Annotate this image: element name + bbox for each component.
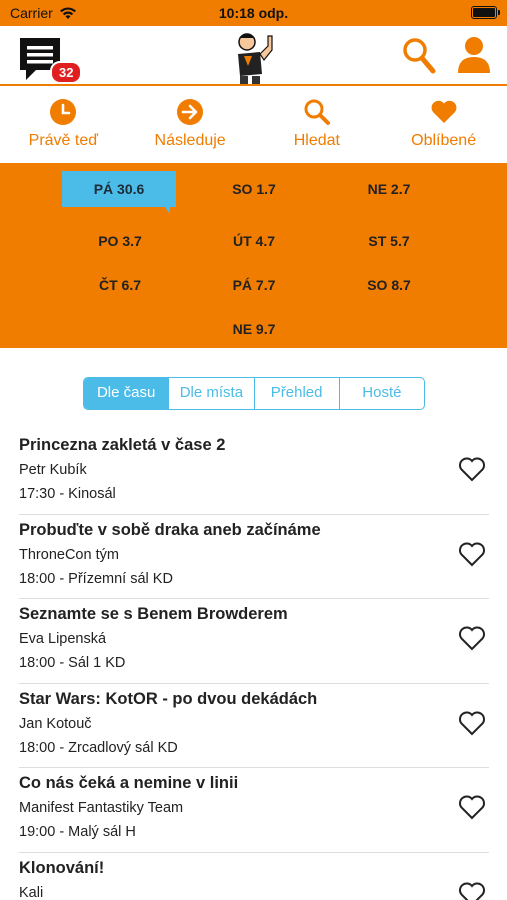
- heart-outline-icon[interactable]: [458, 541, 486, 567]
- main-nav: Právě teď Následuje Hledat Oblíbené: [0, 88, 507, 163]
- segment-by-time[interactable]: Dle času: [84, 378, 169, 409]
- event-title: Klonování!: [19, 858, 105, 877]
- event-title: Co nás čeká a nemine v linii: [19, 774, 239, 792]
- messages-button[interactable]: 32: [18, 36, 83, 84]
- day-button[interactable]: ČT 6.7: [65, 270, 175, 300]
- heart-icon: [431, 100, 457, 123]
- heart-outline-icon[interactable]: [458, 625, 486, 651]
- day-button-selected[interactable]: PÁ 30.6: [62, 171, 176, 214]
- event-author: Jan Kotouč: [19, 715, 92, 732]
- list-item[interactable]: Probuďte v sobě draka aneb začínáme Thro…: [19, 515, 489, 599]
- app-header: 32: [0, 26, 507, 86]
- day-button[interactable]: NE 9.7: [199, 314, 309, 344]
- heart-outline-icon[interactable]: [458, 794, 486, 820]
- day-button[interactable]: PÁ 7.7: [199, 270, 309, 300]
- segment-by-place[interactable]: Dle místa: [168, 378, 253, 409]
- event-author: Eva Lipenská: [19, 631, 107, 647]
- event-time-place: 18:00 - Přízemní sál KD: [19, 570, 173, 587]
- segment-guests[interactable]: Hosté: [338, 378, 424, 409]
- day-button[interactable]: SO 1.7: [199, 174, 309, 204]
- nav-search-label: Hledat: [293, 132, 340, 149]
- event-list: Princezna zakletá v čase 2 Petr Kubík 17…: [0, 430, 507, 900]
- clock-time: 10:18 odp.: [218, 5, 289, 21]
- event-time-place: 18:00 - Zrcadlový sál KD: [19, 739, 178, 756]
- event-title: Star Wars: KotOR - po dvou dekádách: [19, 689, 318, 708]
- segment-overview[interactable]: Přehled: [253, 378, 339, 409]
- search-icon[interactable]: [401, 36, 437, 76]
- event-title: Probuďte v sobě draka aneb začínáme: [19, 520, 321, 539]
- status-bar: Carrier 10:18 odp.: [0, 0, 507, 26]
- event-author: Manifest Fantastiky Team: [19, 800, 184, 816]
- day-button[interactable]: ST 5.7: [334, 226, 444, 256]
- mascot-logo-icon[interactable]: [230, 30, 278, 86]
- event-author: ThroneCon tým: [19, 546, 119, 563]
- nav-next-label: Následuje: [154, 132, 226, 149]
- nav-search[interactable]: Hledat: [254, 88, 381, 163]
- day-button[interactable]: NE 2.7: [334, 174, 444, 204]
- clock-icon: [50, 99, 77, 125]
- nav-now-label: Právě teď: [28, 132, 99, 149]
- heart-outline-icon[interactable]: [458, 710, 486, 736]
- heart-outline-icon[interactable]: [458, 456, 486, 482]
- event-author: Kali: [19, 884, 44, 900]
- arrow-right-icon: [177, 99, 204, 125]
- view-segmented-control: Dle času Dle místa Přehled Hosté: [83, 377, 425, 410]
- nav-favorites-label: Oblíbené: [411, 132, 477, 149]
- day-button[interactable]: ÚT 4.7: [199, 226, 309, 256]
- list-item[interactable]: Co nás čeká a nemine v linii Manifest Fa…: [19, 768, 489, 853]
- list-item[interactable]: Klonování! Kali: [19, 853, 489, 900]
- event-time-place: 19:00 - Malý sál H: [19, 824, 136, 840]
- event-time-place: 17:30 - Kinosál: [19, 486, 116, 502]
- event-title: Seznamte se s Benem Browderem: [19, 605, 288, 623]
- event-time-place: 18:00 - Sál 1 KD: [19, 655, 126, 671]
- event-author: Petr Kubík: [19, 462, 87, 478]
- heart-outline-icon[interactable]: [458, 881, 486, 900]
- nav-now[interactable]: Právě teď: [0, 88, 127, 163]
- nav-next[interactable]: Následuje: [127, 88, 254, 163]
- list-item[interactable]: Princezna zakletá v čase 2 Petr Kubík 17…: [19, 430, 489, 515]
- event-title: Princezna zakletá v čase 2: [19, 436, 226, 454]
- search-icon: [304, 99, 330, 125]
- day-button[interactable]: SO 8.7: [334, 270, 444, 300]
- day-button[interactable]: PO 3.7: [65, 226, 175, 256]
- nav-favorites[interactable]: Oblíbené: [380, 88, 507, 163]
- list-item[interactable]: Star Wars: KotOR - po dvou dekádách Jan …: [19, 684, 489, 768]
- messages-count-badge: 32: [50, 61, 83, 84]
- battery-icon: [471, 6, 500, 19]
- day-picker: PÁ 30.6 SO 1.7 NE 2.7 PO 3.7 ÚT 4.7 ST 5…: [0, 163, 507, 348]
- list-item[interactable]: Seznamte se s Benem Browderem Eva Lipens…: [19, 599, 489, 684]
- user-profile-icon[interactable]: [457, 36, 491, 74]
